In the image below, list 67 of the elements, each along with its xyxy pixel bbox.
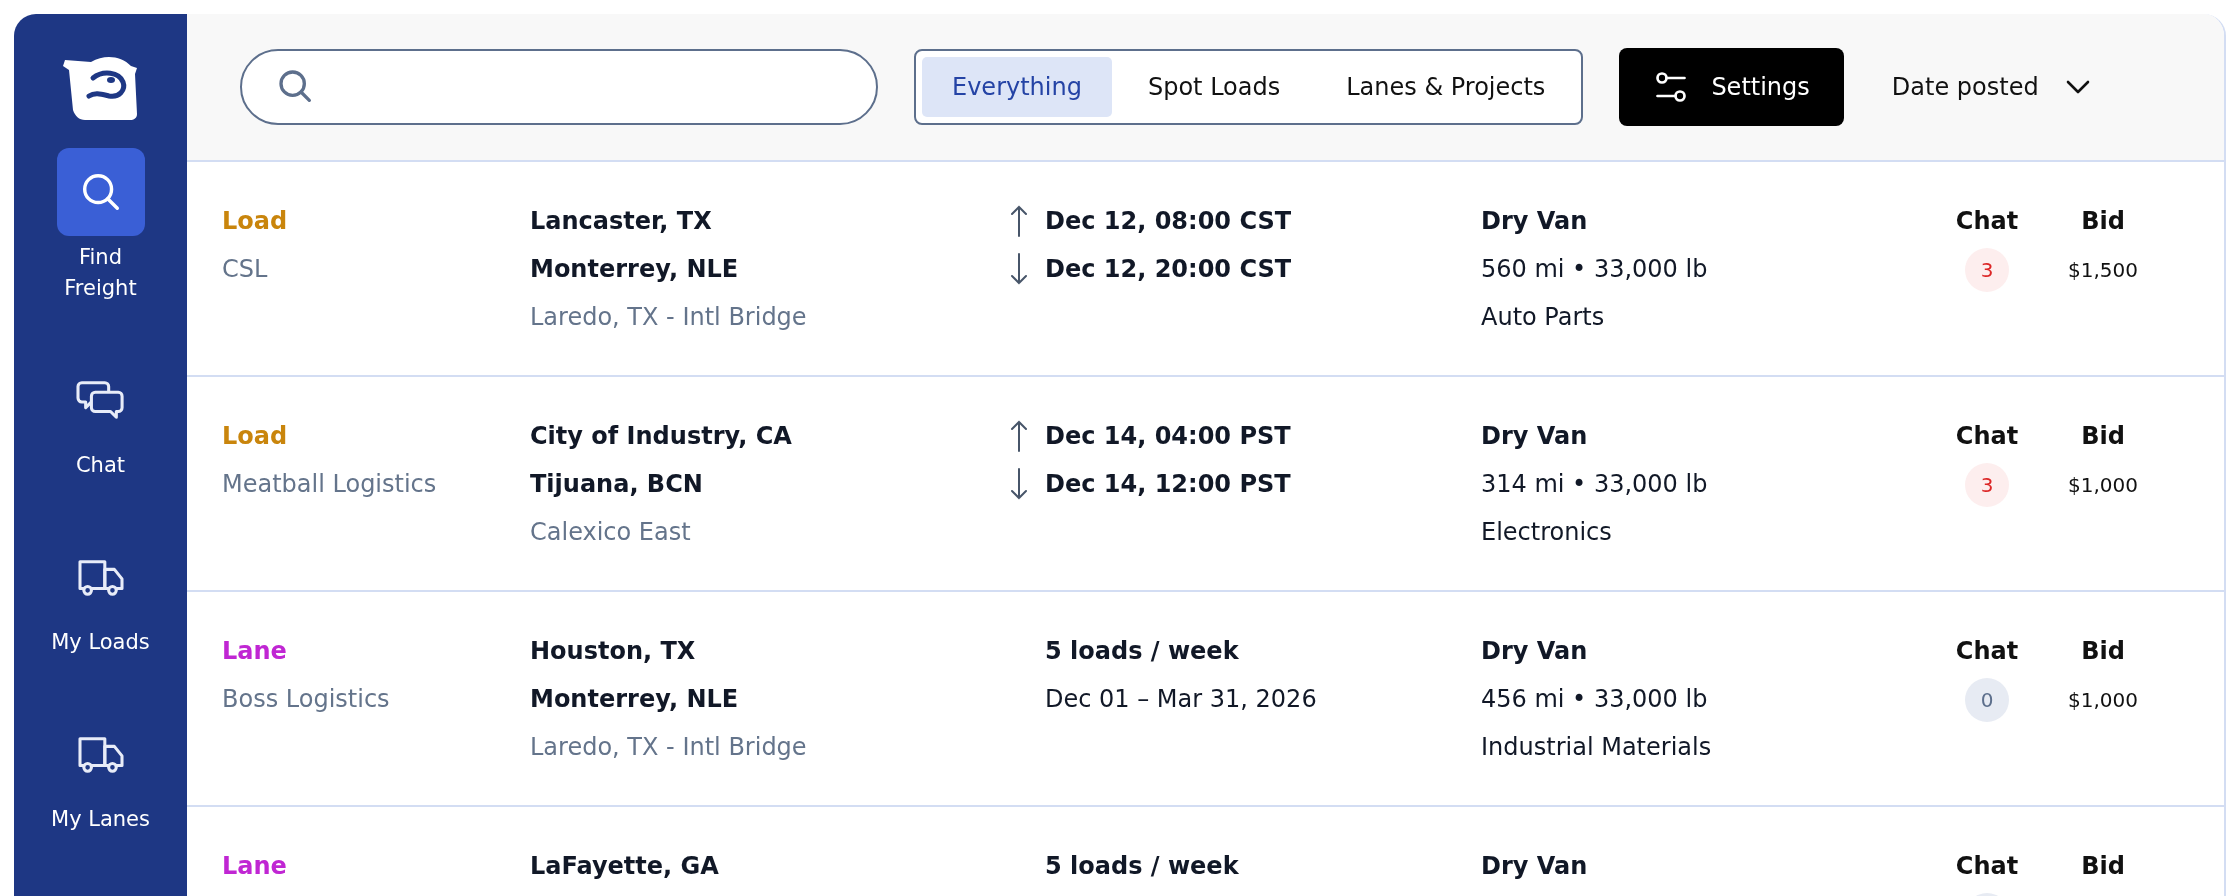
filter-tab[interactable]: Lanes & Projects	[1316, 57, 1576, 117]
pickup-time: Dec 14, 04:00 PST	[1045, 421, 1291, 451]
chat-heading: Chat	[1955, 636, 2019, 666]
sidebar-nav-label[interactable]: My Loads	[40, 627, 161, 658]
up-arrow-icon	[1009, 419, 1029, 453]
listing-row[interactable]: Load Meatball Logistics City of Industry, CA Tijuana, BCN Calexico East Dec 14, 04:00 PST Dec 14, 12:00 PST Dry Van 314 mi • 33,000 lb Electronics Chat 3 Bid $1,000	[187, 377, 2224, 592]
settings-button[interactable]: Settings	[1619, 48, 1844, 126]
equipment-type: Dry Van	[1481, 206, 1588, 236]
chat-heading: Chat	[1955, 206, 2019, 236]
distance-weight-text: 560 mi • 33,000 lb	[1481, 254, 1708, 284]
chat-heading: Chat	[1955, 421, 2019, 451]
listing-row[interactable]: Lane Boss Logistics Houston, TX Monterrey, NLE Laredo, TX - Intl Bridge 5 loads / week Dec 01 – Mar 31, 2026 Dry Van 456 mi • 33,000 lb Industrial Materials Chat 0 Bid $1,000	[187, 592, 2224, 807]
sidebar-nav-label[interactable]: Chat	[40, 450, 161, 481]
lane-date-range: Dec 01 – Mar 31, 2026	[1045, 684, 1317, 714]
listing-row[interactable]: Load CSL Lancaster, TX Monterrey, NLE Laredo, TX - Intl Bridge Dec 12, 08:00 CST Dec 12, 20:00 CST Dry Van 560 mi • 33,000 lb Auto Parts Chat 3 Bid $1,500	[187, 162, 2224, 377]
filter-tab[interactable]: Everything	[922, 57, 1112, 117]
chat-count-badge[interactable]: 3	[1965, 463, 2009, 507]
listing-type: Lane	[222, 851, 287, 881]
bid-heading: Bid	[2081, 421, 2125, 451]
commodity-text: Industrial Materials	[1481, 732, 1712, 762]
chat-count-badge[interactable]: 3	[1965, 248, 2009, 292]
destination-text: Tijuana, BCN	[530, 469, 703, 499]
chevron-down-icon	[2064, 79, 2091, 95]
bid-heading: Bid	[2081, 206, 2125, 236]
company-name: CSL	[222, 254, 268, 284]
pickup-time: Dec 12, 08:00 CST	[1045, 206, 1292, 236]
down-arrow-icon	[1009, 252, 1029, 286]
chat-count-badge[interactable]: 0	[1965, 678, 2009, 722]
down-arrow-icon	[1009, 467, 1029, 501]
commodity-text: Electronics	[1481, 517, 1612, 547]
origin-text: City of Industry, CA	[530, 421, 792, 451]
border-crossing-text: Laredo, TX - Intl Bridge	[530, 732, 807, 762]
sidebar-nav-label[interactable]: My Lanes	[40, 804, 161, 835]
listing-type: Load	[222, 206, 288, 236]
bid-heading: Bid	[2081, 636, 2125, 666]
origin-text: Houston, TX	[530, 636, 696, 666]
up-arrow-icon	[1009, 204, 1029, 238]
sidebar-nav-label[interactable]: Find Freight	[40, 242, 161, 304]
origin-text: LaFayette, GA	[530, 851, 719, 881]
bid-amount: $1,000	[2068, 472, 2138, 499]
bid-heading: Bid	[2081, 851, 2125, 881]
lane-frequency: 5 loads / week	[1045, 851, 1239, 881]
lane-frequency: 5 loads / week	[1045, 636, 1239, 666]
bid-amount: $1,000	[2068, 687, 2138, 714]
bid-amount: $1,500	[2068, 257, 2138, 284]
destination-text: Monterrey, NLE	[530, 684, 739, 714]
equipment-type: Dry Van	[1481, 421, 1588, 451]
border-crossing-text: Calexico East	[530, 517, 691, 547]
company-name: Boss Logistics	[222, 684, 390, 714]
commodity-text: Auto Parts	[1481, 302, 1605, 332]
distance-weight-text: 456 mi • 33,000 lb	[1481, 684, 1708, 714]
listing-row[interactable]: Lane LaFayette, GA 5 loads / week Dry Van Chat Bid	[187, 807, 2224, 896]
equipment-type: Dry Van	[1481, 851, 1588, 881]
chat-heading: Chat	[1955, 851, 2019, 881]
delivery-time: Dec 12, 20:00 CST	[1045, 254, 1292, 284]
filter-tab[interactable]: Spot Loads	[1117, 57, 1311, 117]
border-crossing-text: Laredo, TX - Intl Bridge	[530, 302, 807, 332]
listing-type: Lane	[222, 636, 287, 666]
listing-type: Load	[222, 421, 288, 451]
origin-text: Lancaster, TX	[530, 206, 712, 236]
destination-text: Monterrey, NLE	[530, 254, 739, 284]
distance-weight-text: 314 mi • 33,000 lb	[1481, 469, 1708, 499]
company-name: Meatball Logistics	[222, 469, 437, 499]
delivery-time: Dec 14, 12:00 PST	[1045, 469, 1291, 499]
sort-dropdown[interactable]: Date posted	[1891, 73, 2091, 101]
equipment-type: Dry Van	[1481, 636, 1588, 666]
sidebar-nav-button[interactable]	[56, 148, 145, 236]
